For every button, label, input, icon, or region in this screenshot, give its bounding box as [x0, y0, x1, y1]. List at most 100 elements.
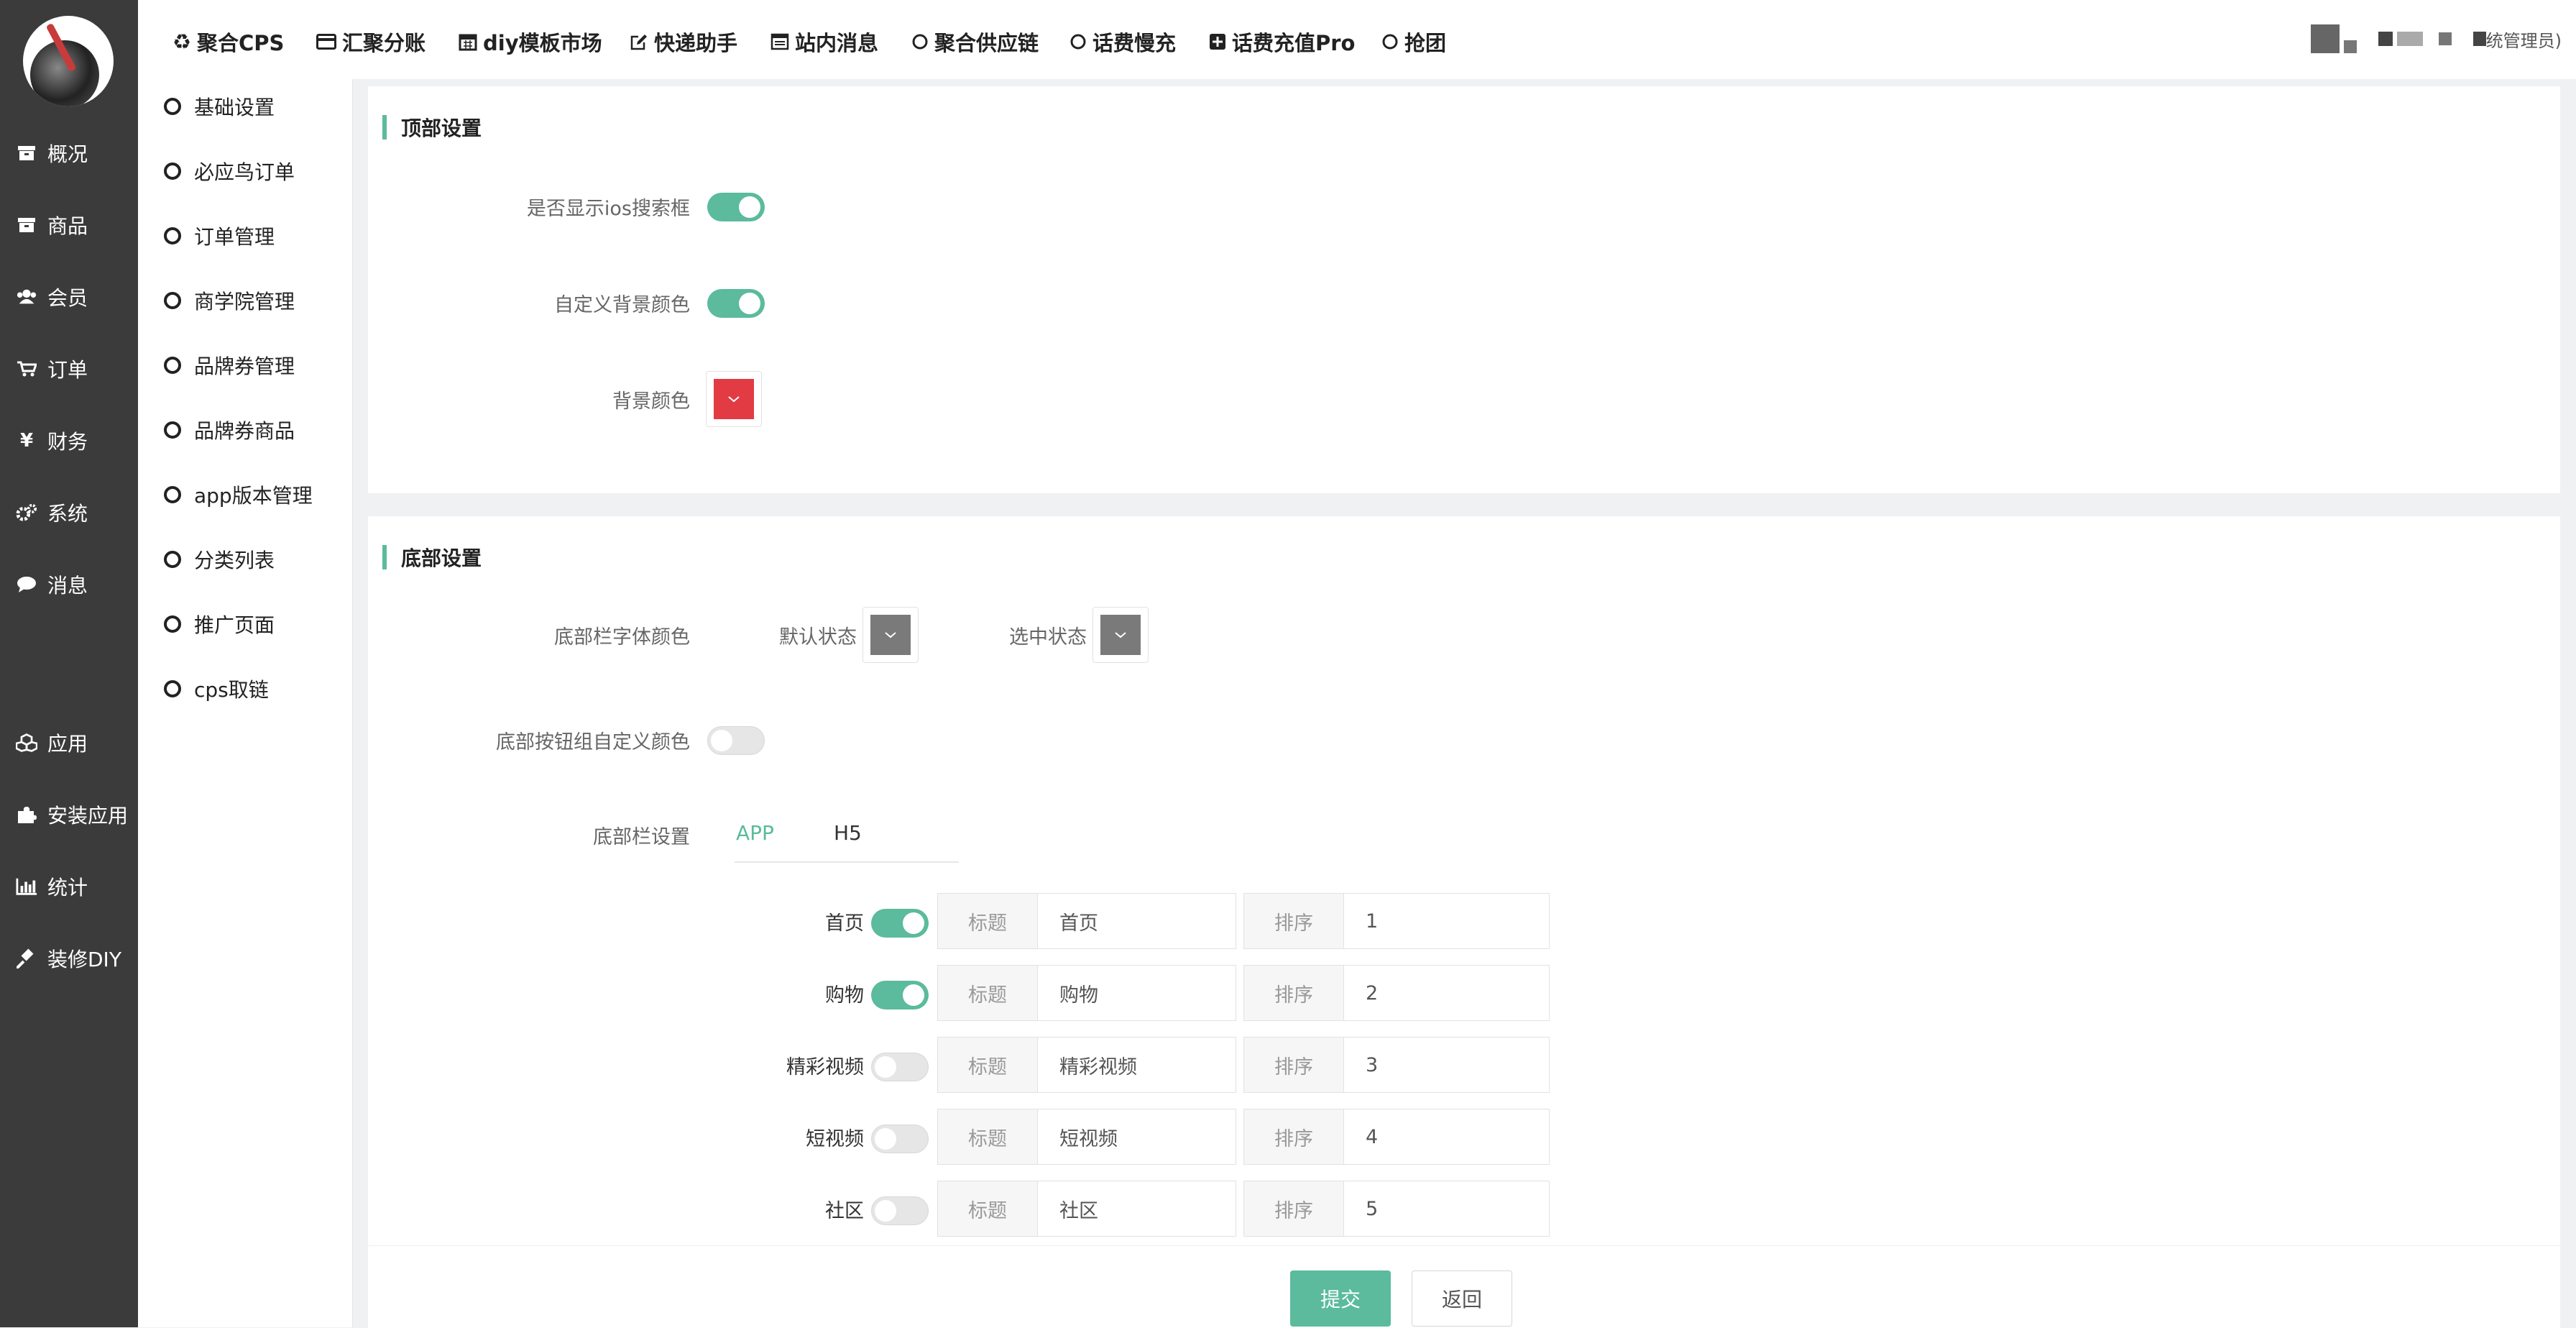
submenu-item-brand-coupon-goods[interactable]: 品牌券商品 [164, 410, 295, 450]
submenu-item-cps-link[interactable]: cps取链 [164, 669, 269, 709]
sort-addon: 排序 [1244, 1181, 1344, 1236]
submenu-label: 品牌券商品 [194, 419, 295, 443]
sidebar-item-goods[interactable]: 商品 [16, 203, 138, 247]
sort-input[interactable]: 1 [1344, 894, 1378, 948]
submenu-item-promo-page[interactable]: 推广页面 [164, 604, 275, 644]
topnav-recharge-pro[interactable]: 话费充值Pro [1209, 24, 1355, 59]
sort-input-group: 排序 1 [1243, 893, 1550, 949]
nav-item-toggle[interactable] [871, 909, 929, 938]
gavel-icon [16, 948, 37, 968]
title-input[interactable]: 社区 [1038, 1181, 1098, 1236]
selected-state-color-picker[interactable] [1092, 607, 1149, 663]
topnav-cps[interactable]: ♻ 聚合CPS [172, 24, 284, 59]
submenu-item-academy-management[interactable]: 商学院管理 [164, 280, 295, 321]
selected-state-label: 选中状态 [1009, 626, 1087, 649]
comment-icon [16, 576, 37, 593]
title-addon: 标题 [938, 1181, 1038, 1236]
sidebar-item-label: 会员 [47, 286, 88, 310]
sort-input[interactable]: 4 [1344, 1109, 1378, 1164]
bottom-font-color-label: 底部栏字体颜色 [554, 626, 690, 649]
title-addon: 标题 [938, 1038, 1038, 1092]
topnav-site-messages[interactable]: 站内消息 [770, 24, 878, 59]
submenu-item-app-version[interactable]: app版本管理 [164, 475, 313, 515]
gears-icon [16, 503, 37, 522]
sidebar-item-system[interactable]: 系统 [16, 491, 138, 534]
user-avatar[interactable] [2378, 32, 2452, 46]
topnav-diy-market[interactable]: diy模板市场 [459, 24, 602, 59]
btn-group-color-toggle[interactable] [707, 726, 765, 755]
yen-icon: ¥ [19, 430, 34, 452]
circle-icon [164, 162, 181, 180]
topnav-label: 聚合供应链 [934, 31, 1039, 55]
sort-input[interactable]: 5 [1344, 1181, 1378, 1236]
title-input[interactable]: 购物 [1038, 966, 1098, 1020]
submenu-label: 订单管理 [194, 225, 275, 249]
circle-icon [164, 551, 181, 568]
sidebar-item-finance[interactable]: ¥ 财务 [16, 419, 138, 462]
sidebar-item-members[interactable]: 会员 [16, 275, 138, 319]
sort-input[interactable]: 3 [1344, 1038, 1378, 1092]
submenu-item-brand-coupon-management[interactable]: 品牌券管理 [164, 345, 295, 385]
sidebar-item-install-apps[interactable]: 安装应用 [16, 793, 138, 836]
topnav-split-account[interactable]: 汇聚分账 [316, 24, 426, 59]
title-input[interactable]: 精彩视频 [1038, 1038, 1137, 1092]
title-input[interactable]: 短视频 [1038, 1109, 1118, 1164]
admin-role[interactable]: 统管理员) [2472, 27, 2562, 52]
title-input[interactable]: 首页 [1038, 894, 1098, 948]
sidebar-item-apps[interactable]: 应用 [16, 721, 138, 764]
cart-icon [16, 360, 37, 377]
circle-icon [164, 292, 181, 309]
sidebar-item-overview[interactable]: 概况 [16, 132, 138, 175]
nav-item-toggle[interactable] [871, 1125, 929, 1153]
submenu-item-category-list[interactable]: 分类列表 [164, 539, 275, 580]
topnav-label: 话费慢充 [1092, 31, 1177, 55]
submenu-item-biyingniao-orders[interactable]: 必应鸟订单 [164, 151, 295, 191]
sort-input-group: 排序 4 [1243, 1109, 1550, 1165]
sidebar-item-diy[interactable]: 装修DIY [16, 937, 138, 980]
nav-item-toggle[interactable] [871, 1196, 929, 1225]
sidebar-item-label: 订单 [47, 358, 88, 382]
toggle-knob [875, 1056, 896, 1078]
submenu-label: 品牌券管理 [194, 354, 295, 378]
submenu-label: 必应鸟订单 [194, 160, 295, 184]
logo[interactable] [23, 16, 114, 106]
sidebar-item-label: 统计 [47, 876, 88, 899]
submenu-item-basic-settings[interactable]: 基础设置 [164, 86, 275, 127]
nav-item-name: 短视频 [806, 1128, 864, 1150]
sidebar-item-orders[interactable]: 订单 [16, 347, 138, 390]
color-swatch [870, 615, 911, 655]
bg-color-picker[interactable] [706, 371, 762, 427]
nav-item-toggle[interactable] [871, 981, 929, 1009]
plus-square-icon [1209, 33, 1226, 50]
circle-icon [164, 421, 181, 439]
circle-icon [164, 98, 181, 115]
calendar-icon [459, 32, 477, 51]
default-state-color-picker[interactable] [862, 607, 919, 663]
secondary-menu: 基础设置 必应鸟订单 订单管理 商学院管理 品牌券管理 品牌券商品 app版本管… [138, 79, 353, 1327]
topnav-express-helper[interactable]: 快递助手 [630, 24, 737, 59]
archive-icon [16, 145, 37, 162]
tab-app[interactable]: APP [736, 821, 774, 845]
back-button[interactable]: 返回 [1412, 1270, 1512, 1327]
store-icon[interactable] [2310, 24, 2357, 53]
toggle-knob [711, 730, 732, 751]
sort-input[interactable]: 2 [1344, 966, 1378, 1020]
topnav-supply-chain[interactable]: 聚合供应链 [911, 24, 1039, 59]
sidebar-item-messages[interactable]: 消息 [16, 563, 138, 606]
color-swatch [1100, 615, 1141, 655]
edit-icon [630, 32, 648, 51]
nav-item-name: 社区 [825, 1200, 864, 1222]
show-ios-search-toggle[interactable] [707, 193, 765, 221]
sidebar-item-stats[interactable]: 统计 [16, 865, 138, 908]
tab-h5[interactable]: H5 [834, 821, 862, 845]
topnav-slow-recharge[interactable]: 话费慢充 [1070, 24, 1176, 59]
nav-item-name: 精彩视频 [786, 1056, 864, 1079]
window-icon [770, 33, 789, 50]
submenu-label: 商学院管理 [194, 290, 295, 313]
custom-bg-color-toggle[interactable] [707, 289, 765, 318]
nav-item-toggle[interactable] [871, 1053, 929, 1081]
puzzle-icon [16, 805, 37, 824]
submenu-item-order-management[interactable]: 订单管理 [164, 216, 275, 256]
topnav-group-grab[interactable]: 抢团 [1381, 24, 1446, 59]
submit-button[interactable]: 提交 [1290, 1270, 1391, 1327]
